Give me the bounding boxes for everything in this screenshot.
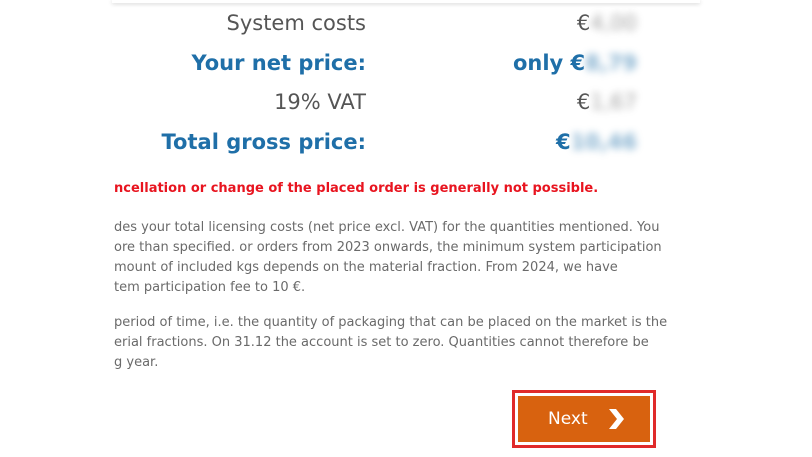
chevron-right-icon bbox=[609, 409, 624, 429]
gross-price-value: €10,46 bbox=[555, 130, 637, 154]
paragraph-line: mount of included kgs depends on the mat… bbox=[114, 260, 618, 275]
system-costs-row: System costs €4,00 bbox=[0, 11, 812, 43]
account-period-paragraph: period of time, i.e. the quantity of pac… bbox=[114, 313, 667, 373]
net-price-value: only €8,79 bbox=[512, 51, 637, 75]
vat-row: 19% VAT €1,67 bbox=[0, 90, 812, 122]
net-price-row: Your net price: only €8,79 bbox=[0, 51, 812, 83]
paragraph-line: ore than specified. or orders from 2023 … bbox=[114, 240, 662, 255]
paragraph-line: period of time, i.e. the quantity of pac… bbox=[114, 315, 668, 330]
vat-label: 19% VAT bbox=[274, 90, 366, 114]
net-price-label: Your net price: bbox=[191, 51, 366, 75]
vat-hidden-amount: 1,67 bbox=[590, 90, 637, 114]
order-summary-page: System costs €4,00 Your net price: only … bbox=[0, 0, 812, 457]
vat-value: €1,67 bbox=[576, 90, 637, 114]
paragraph-line: erial fractions. On 31.12 the account is… bbox=[114, 335, 649, 350]
gross-price-label: Total gross price: bbox=[161, 130, 366, 154]
next-button[interactable]: Next bbox=[518, 396, 650, 442]
gross-price-hidden-amount: 10,46 bbox=[570, 130, 637, 154]
cancellation-warning: ncellation or change of the placed order… bbox=[114, 181, 599, 196]
paragraph-line: tem participation fee to 10 €. bbox=[114, 280, 306, 295]
card-top-edge bbox=[112, 0, 700, 3]
system-costs-hidden-amount: 4,00 bbox=[590, 11, 637, 35]
licensing-info-paragraph: des your total licensing costs (net pric… bbox=[114, 218, 662, 298]
gross-price-row: Total gross price: €10,46 bbox=[0, 130, 812, 162]
paragraph-line: des your total licensing costs (net pric… bbox=[114, 220, 660, 235]
system-costs-label: System costs bbox=[226, 11, 367, 35]
paragraph-line: g year. bbox=[114, 355, 159, 370]
system-costs-value: €4,00 bbox=[576, 11, 637, 35]
net-price-hidden-amount: 8,79 bbox=[585, 51, 637, 75]
next-button-label: Next bbox=[548, 409, 588, 429]
